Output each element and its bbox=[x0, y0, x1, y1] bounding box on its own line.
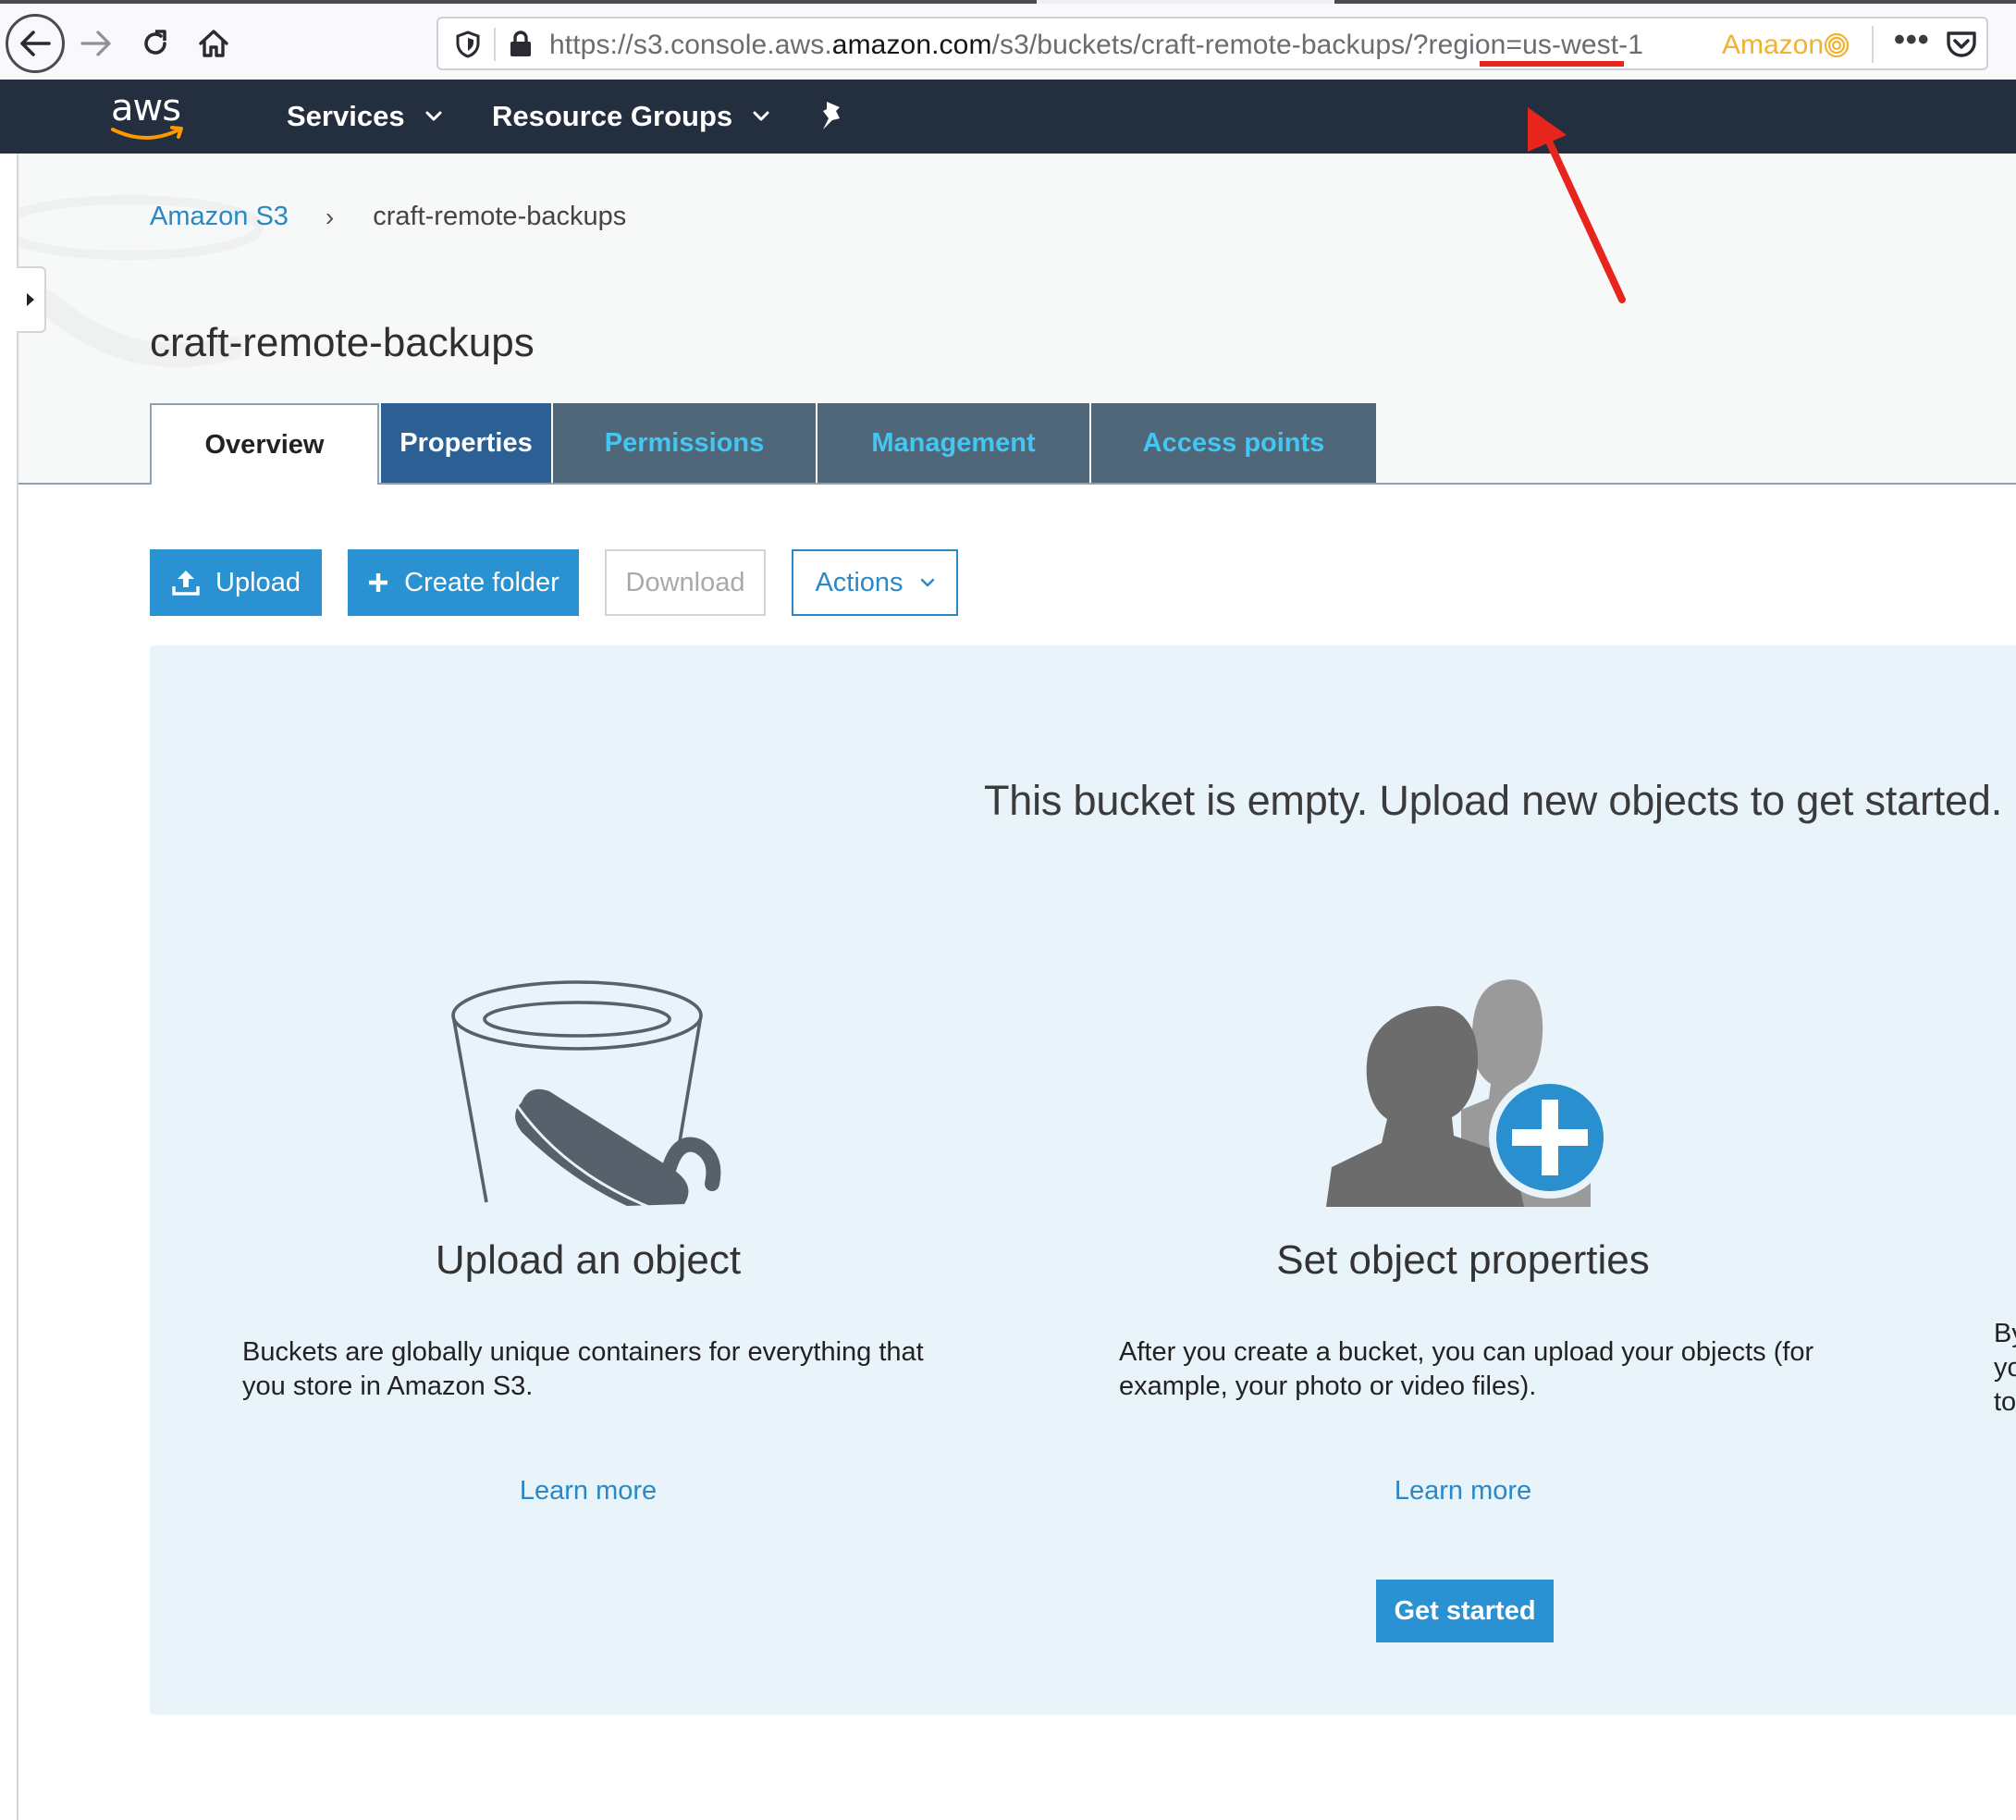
card-description-upload: Buckets are globally unique containers f… bbox=[242, 1337, 924, 1401]
page-title: craft-remote-backups bbox=[150, 320, 535, 365]
breadcrumb: Amazon S3 › craft-remote-backups bbox=[150, 202, 626, 232]
back-arrow-icon bbox=[20, 31, 51, 56]
card-description-properties: After you create a bucket, you can uploa… bbox=[1119, 1337, 1814, 1401]
lock-icon[interactable] bbox=[509, 31, 533, 58]
forward-button[interactable] bbox=[78, 17, 115, 70]
services-label: Services bbox=[287, 100, 405, 132]
address-bar[interactable]: https://s3.console.aws.amazon.com/s3/buc… bbox=[436, 17, 1988, 70]
tab-overview[interactable]: Overview bbox=[150, 403, 379, 485]
create-folder-label: Create folder bbox=[404, 567, 559, 597]
resource-groups-menu[interactable]: Resource Groups bbox=[492, 100, 769, 133]
resource-groups-label: Resource Groups bbox=[492, 100, 733, 132]
empty-bucket-message: This bucket is empty. Upload new objects… bbox=[984, 777, 2003, 824]
home-button[interactable] bbox=[192, 17, 235, 70]
shield-icon[interactable] bbox=[455, 31, 481, 58]
bucket-icon bbox=[451, 980, 721, 1206]
url-domain: amazon.com bbox=[831, 30, 992, 60]
object-toolbar: Upload Create folder Download Actions bbox=[150, 549, 984, 618]
tab-management[interactable]: Management bbox=[817, 403, 1089, 483]
tab-properties[interactable]: Properties bbox=[381, 403, 551, 483]
reload-button[interactable] bbox=[135, 17, 176, 70]
back-button[interactable] bbox=[6, 14, 65, 73]
plus-icon bbox=[367, 572, 389, 594]
download-button[interactable]: Download bbox=[605, 549, 766, 616]
chevron-down-icon bbox=[920, 578, 935, 587]
actions-dropdown[interactable]: Actions bbox=[792, 549, 958, 616]
tab-strip-edge bbox=[1037, 0, 1334, 4]
aws-smile-icon bbox=[111, 126, 183, 140]
browser-toolbar: https://s3.console.aws.amazon.com/s3/buc… bbox=[0, 0, 2016, 80]
card-title-properties: Set object properties bbox=[1276, 1237, 1650, 1283]
pocket-icon[interactable] bbox=[1946, 30, 1977, 59]
chevron-down-icon bbox=[425, 111, 442, 121]
annotation-arrow-icon bbox=[1528, 107, 1626, 303]
url-prefix: https://s3.console.aws. bbox=[549, 30, 832, 60]
forward-arrow-icon bbox=[80, 31, 111, 56]
card-description-clipped: By yo to bbox=[1994, 1319, 2016, 1417]
aws-console-nav: aws Services Resource Groups bbox=[0, 80, 2016, 154]
url-separator bbox=[1872, 26, 1874, 63]
breadcrumb-separator: › bbox=[325, 202, 335, 231]
url-path: /s3/buckets/craft-remote-backups/?region… bbox=[991, 30, 1644, 60]
annotation-underline bbox=[1480, 61, 1624, 67]
learn-more-link-upload[interactable]: Learn more bbox=[486, 1476, 690, 1506]
actions-label: Actions bbox=[815, 567, 904, 597]
bucket-tabs: Overview Properties Permissions Manageme… bbox=[150, 403, 1378, 485]
caret-right-icon bbox=[27, 293, 34, 306]
users-add-icon bbox=[1326, 979, 1609, 1207]
url-text[interactable]: https://s3.console.aws.amazon.com/s3/buc… bbox=[549, 30, 1643, 61]
upload-button[interactable]: Upload bbox=[150, 549, 322, 616]
get-started-button[interactable]: Get started bbox=[1376, 1580, 1554, 1642]
tab-permissions[interactable]: Permissions bbox=[553, 403, 816, 483]
aws-logo[interactable]: aws bbox=[109, 87, 191, 146]
card-title-upload: Upload an object bbox=[435, 1237, 742, 1283]
sidebar-toggle[interactable] bbox=[17, 266, 46, 333]
learn-more-link-properties[interactable]: Learn more bbox=[1361, 1476, 1565, 1506]
home-icon bbox=[199, 30, 228, 57]
breadcrumb-amazon-s3[interactable]: Amazon S3 bbox=[150, 202, 289, 232]
url-separator bbox=[494, 28, 496, 61]
pushpin-icon[interactable] bbox=[817, 100, 847, 131]
tab-access-points[interactable]: Access points bbox=[1091, 403, 1376, 483]
breadcrumb-current: craft-remote-backups bbox=[373, 202, 627, 231]
reload-icon bbox=[144, 30, 166, 55]
site-label[interactable]: Amazon bbox=[1722, 30, 1824, 61]
left-rail bbox=[17, 154, 18, 1820]
upload-icon bbox=[171, 569, 201, 596]
page-actions-menu[interactable]: ••• bbox=[1894, 22, 1930, 58]
services-menu[interactable]: Services bbox=[287, 100, 442, 133]
upload-label: Upload bbox=[215, 567, 301, 597]
create-folder-button[interactable]: Create folder bbox=[348, 549, 579, 616]
fingerprint-icon[interactable] bbox=[1824, 31, 1850, 59]
chevron-down-icon bbox=[753, 111, 769, 121]
